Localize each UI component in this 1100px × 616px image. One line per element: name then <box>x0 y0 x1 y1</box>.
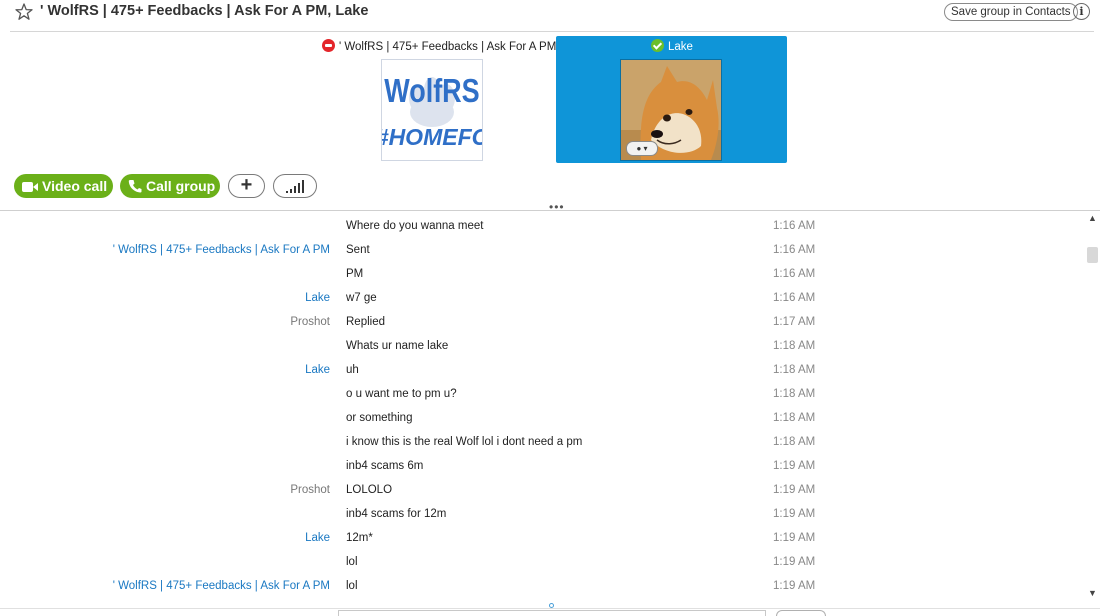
message-timestamp: 1:19 AM <box>773 508 816 520</box>
message-sender[interactable]: ' WolfRS | 475+ Feedbacks | Ask For A PM <box>113 244 330 256</box>
call-group-label: Call group <box>146 178 216 194</box>
message-timestamp: 1:17 AM <box>773 316 816 328</box>
avatar-line-2: #HOMEFC <box>382 124 482 150</box>
message-timestamp: 1:19 AM <box>773 580 816 592</box>
message-row: ' WolfRS | 475+ Feedbacks | Ask For A PM… <box>0 574 1084 598</box>
message-row: i know this is the real Wolf lol i dont … <box>0 430 1084 454</box>
message-text: LOLOLO <box>346 484 393 496</box>
message-timestamp: 1:19 AM <box>773 532 816 544</box>
message-row: Proshot Replied 1:17 AM <box>0 310 1084 334</box>
message-list[interactable]: Where do you wanna meet 1:16 AM ' WolfRS |… <box>0 214 1084 598</box>
message-timestamp: 1:19 AM <box>773 556 816 568</box>
message-text: Replied <box>346 316 385 328</box>
offline-status-icon <box>322 39 335 52</box>
message-text: Whats ur name lake <box>346 340 449 352</box>
avatar-line-1: WolfRS <box>384 73 479 109</box>
message-timestamp: 1:16 AM <box>773 292 816 304</box>
message-timestamp: 1:19 AM <box>773 484 816 496</box>
chat-divider <box>0 210 1100 211</box>
message-row: Proshot LOLOLO 1:19 AM <box>0 478 1084 502</box>
video-call-label: Video call <box>42 178 108 194</box>
message-timestamp: 1:19 AM <box>773 460 816 472</box>
wolfrs-logo: WolfRS #HOMEFC <box>382 60 482 160</box>
phone-icon <box>128 180 142 193</box>
call-quality-button[interactable] <box>273 174 317 198</box>
scroll-thumb[interactable] <box>1087 247 1098 263</box>
avatar-wolfrs[interactable]: WolfRS #HOMEFC <box>381 59 483 161</box>
message-text: or something <box>346 412 413 424</box>
message-row: or something 1:18 AM <box>0 406 1084 430</box>
message-text: uh <box>346 364 359 376</box>
call-quality-icon <box>286 180 304 193</box>
message-text: inb4 scams 6m <box>346 460 424 472</box>
save-group-button[interactable]: Save group in Contacts <box>944 3 1078 21</box>
message-sender[interactable]: Proshot <box>290 484 330 496</box>
participant-lake[interactable]: Lake <box>651 39 693 53</box>
message-text: i know this is the real Wolf lol i dont … <box>346 436 583 448</box>
conversation-title: ' WolfRS | 475+ Feedbacks | Ask For A PM… <box>40 3 369 19</box>
send-button[interactable] <box>776 610 826 616</box>
scroll-down-icon[interactable]: ▼ <box>1085 587 1100 599</box>
message-row: ' WolfRS | 475+ Feedbacks | Ask For A PM… <box>0 238 1084 262</box>
video-camera-icon <box>22 182 38 192</box>
participant-name-label: Lake <box>668 41 693 53</box>
message-row: Whats ur name lake 1:18 AM <box>0 334 1084 358</box>
message-text: 12m* <box>346 532 373 544</box>
message-input[interactable] <box>338 610 766 616</box>
message-timestamp: 1:16 AM <box>773 244 816 256</box>
message-text: PM <box>346 268 364 280</box>
star-outline-icon[interactable] <box>14 2 34 22</box>
title-bar: ' WolfRS | 475+ Feedbacks | Ask For A PM… <box>0 0 1100 26</box>
message-row: PM 1:16 AM <box>0 262 1084 286</box>
skype-menu-icon[interactable]: ● ▾ <box>626 141 658 156</box>
message-row: lol 1:19 AM <box>0 550 1084 574</box>
message-timestamp: 1:18 AM <box>773 340 816 352</box>
add-people-button[interactable]: + <box>228 174 265 198</box>
online-status-icon <box>651 39 664 52</box>
input-resize-icon[interactable] <box>549 603 554 608</box>
message-timestamp: 1:18 AM <box>773 364 816 376</box>
message-text: inb4 scams for 12m <box>346 508 447 520</box>
info-icon[interactable]: i <box>1073 3 1090 20</box>
chat-scrollbar[interactable]: ▲ ▼ <box>1085 212 1100 601</box>
message-row: Lake uh 1:18 AM <box>0 358 1084 382</box>
scroll-up-icon[interactable]: ▲ <box>1085 212 1100 224</box>
message-timestamp: 1:18 AM <box>773 412 816 424</box>
participant-name-label: ' WolfRS | 475+ Feedbacks | Ask For A PM <box>339 41 557 53</box>
message-text: Where do you wanna meet <box>346 220 484 232</box>
input-divider <box>0 608 1100 609</box>
header-divider <box>10 31 1094 32</box>
message-text: Sent <box>346 244 370 256</box>
message-timestamp: 1:18 AM <box>773 436 816 448</box>
message-row: inb4 scams 6m 1:19 AM <box>0 454 1084 478</box>
message-timestamp: 1:18 AM <box>773 388 816 400</box>
message-row: Where do you wanna meet 1:16 AM <box>0 214 1084 238</box>
video-call-button[interactable]: Video call <box>14 174 113 198</box>
message-sender[interactable]: Lake <box>305 532 330 544</box>
message-sender[interactable]: ' WolfRS | 475+ Feedbacks | Ask For A PM <box>113 580 330 592</box>
message-text: lol <box>346 580 358 592</box>
message-text: o u want me to pm u? <box>346 388 457 400</box>
message-sender[interactable]: Lake <box>305 292 330 304</box>
plus-icon: + <box>240 174 253 196</box>
message-text: lol <box>346 556 358 568</box>
message-timestamp: 1:16 AM <box>773 220 816 232</box>
message-row: inb4 scams for 12m 1:19 AM <box>0 502 1084 526</box>
message-text: w7 ge <box>346 292 377 304</box>
message-row: Lake w7 ge 1:16 AM <box>0 286 1084 310</box>
message-timestamp: 1:16 AM <box>773 268 816 280</box>
message-sender[interactable]: Proshot <box>290 316 330 328</box>
participant-wolfrs[interactable]: ' WolfRS | 475+ Feedbacks | Ask For A PM <box>322 39 556 53</box>
message-sender[interactable]: Lake <box>305 364 330 376</box>
message-row: o u want me to pm u? 1:18 AM <box>0 382 1084 406</box>
resize-handle-icon[interactable]: ••• <box>549 200 565 214</box>
call-group-button[interactable]: Call group <box>120 174 220 198</box>
message-row: Lake 12m* 1:19 AM <box>0 526 1084 550</box>
